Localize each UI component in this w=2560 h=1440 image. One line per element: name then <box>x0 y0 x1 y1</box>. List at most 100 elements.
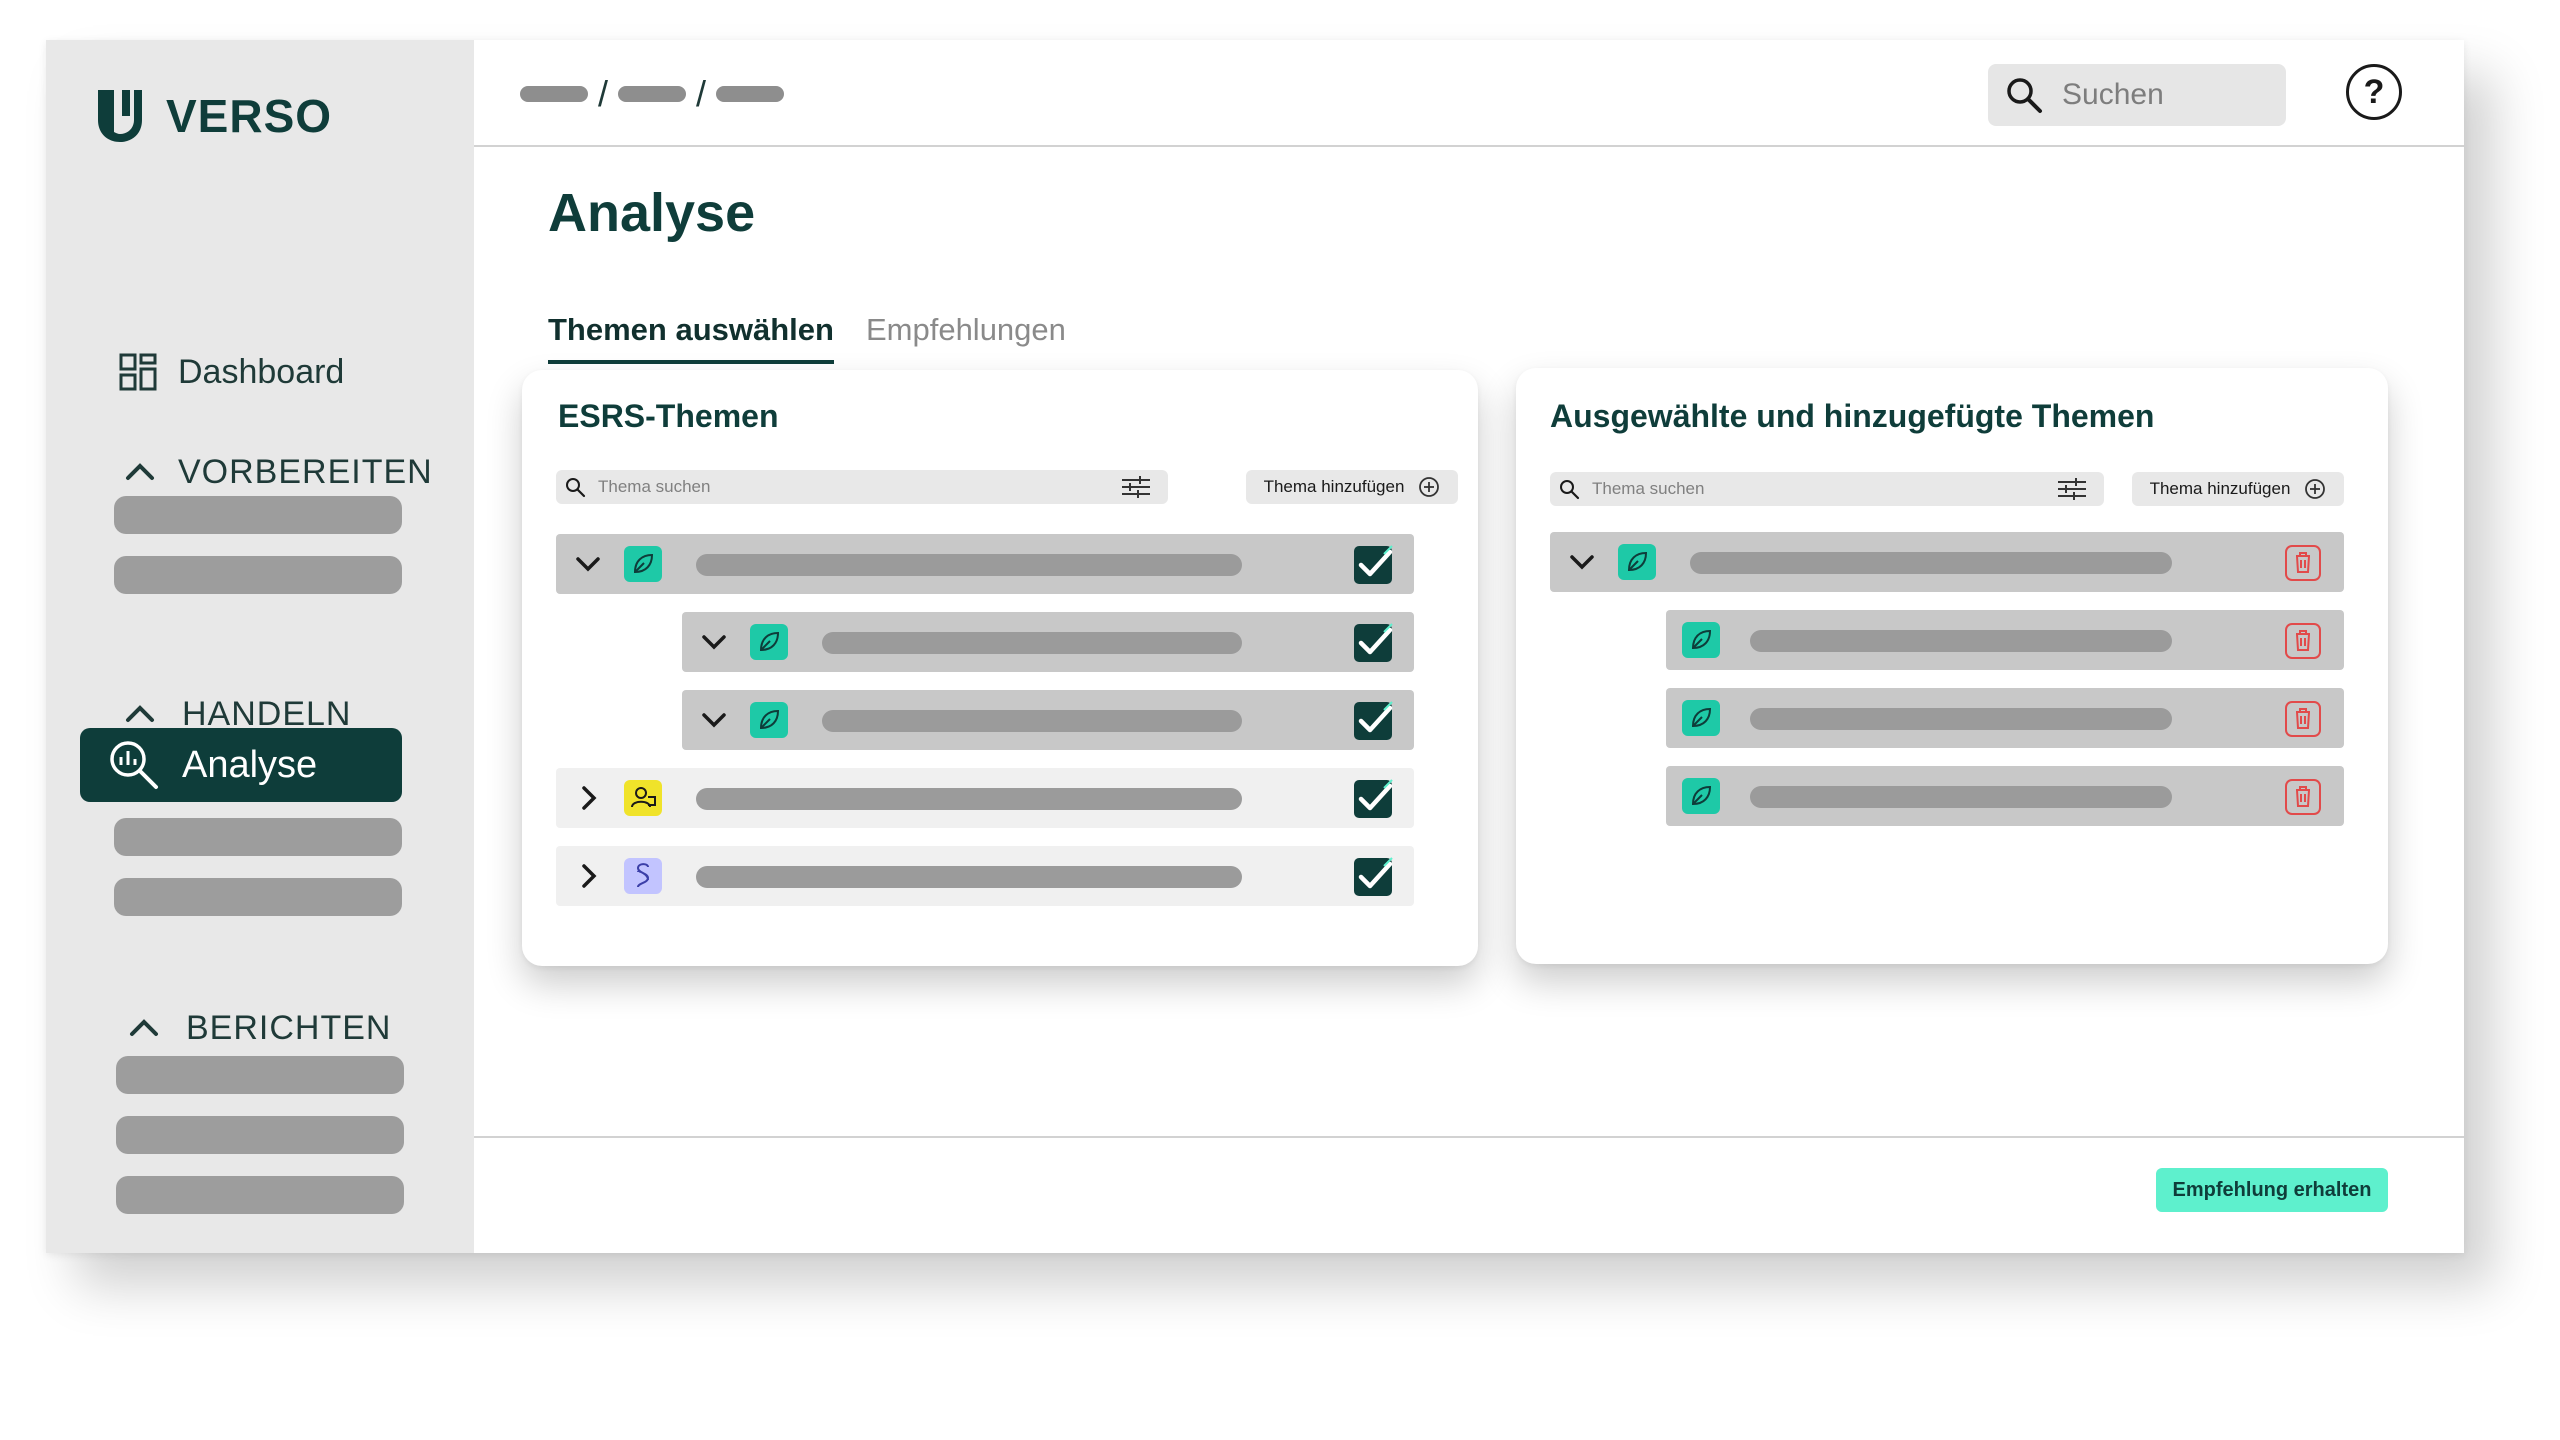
chevron-down-icon[interactable] <box>1564 544 1600 580</box>
sidebar-item-placeholder[interactable] <box>116 1056 404 1094</box>
global-search[interactable] <box>1988 64 2286 126</box>
panel-title: ESRS-Themen <box>558 398 779 434</box>
chevron-right-icon[interactable] <box>570 858 606 894</box>
selected-topic-row[interactable] <box>1666 688 2344 748</box>
breadcrumb-separator: / <box>696 73 707 114</box>
brand-logo[interactable]: VERSO <box>94 86 332 146</box>
leaf-icon <box>624 546 662 582</box>
checkbox-checked-icon[interactable] <box>1352 778 1394 820</box>
leaf-icon <box>750 624 788 660</box>
topic-row[interactable] <box>682 612 1414 672</box>
sidebar-item-placeholder[interactable] <box>114 818 402 856</box>
sidebar-section-label: BERICHTEN <box>186 1008 392 1047</box>
add-circle-icon <box>1418 476 1440 498</box>
sidebar-item-placeholder[interactable] <box>116 1116 404 1154</box>
trash-icon[interactable] <box>2284 622 2322 660</box>
chevron-up-icon <box>122 1006 166 1050</box>
sidebar-item-analyse[interactable]: Analyse <box>80 728 402 802</box>
selected-topic-row[interactable] <box>1550 532 2344 592</box>
sidebar-item-label: Dashboard <box>178 352 345 391</box>
breadcrumb: / / <box>520 73 785 114</box>
search-input[interactable] <box>2060 77 2264 113</box>
checkbox-checked-icon[interactable] <box>1352 700 1394 742</box>
topic-search-input[interactable] <box>1590 478 2056 500</box>
sidebar-section-berichten[interactable]: BERICHTEN <box>122 1006 391 1050</box>
topic-name-placeholder <box>1750 708 2172 730</box>
checkbox-checked-icon[interactable] <box>1352 622 1394 664</box>
add-topic-button[interactable]: Thema hinzufügen <box>2132 472 2344 506</box>
get-recommendation-button[interactable]: Empfehlung erhalten <box>2156 1168 2388 1212</box>
leaf-icon <box>1682 778 1720 814</box>
analysis-search-icon <box>106 737 162 793</box>
topic-name-placeholder <box>696 554 1242 576</box>
chevron-down-icon[interactable] <box>696 624 732 660</box>
leaf-icon <box>750 702 788 738</box>
search-icon <box>564 476 586 498</box>
leaf-icon <box>1682 700 1720 736</box>
filter-icon[interactable] <box>2056 477 2088 501</box>
selected-topic-row[interactable] <box>1666 766 2344 826</box>
selected-topic-row[interactable] <box>1666 610 2344 670</box>
top-bar: / / ? <box>474 40 2464 147</box>
tab-empfehlungen[interactable]: Empfehlungen <box>866 312 1066 364</box>
sidebar: VERSO Dashboard VORBEREITEN HANDELN Anal… <box>46 40 474 1253</box>
leaf-icon <box>1618 544 1656 580</box>
tab-themen-auswaehlen[interactable]: Themen auswählen <box>548 312 834 364</box>
topic-search-input[interactable] <box>596 476 1120 498</box>
chevron-down-icon[interactable] <box>570 546 606 582</box>
paragraph-icon <box>624 858 662 894</box>
footer-divider <box>474 1136 2464 1138</box>
dashboard-grid-icon <box>118 352 158 392</box>
search-icon <box>1558 478 1580 500</box>
topic-name-placeholder <box>1690 552 2172 574</box>
sidebar-item-placeholder[interactable] <box>114 496 402 534</box>
panel-title: Ausgewählte und hinzugefügte Themen <box>1550 398 2155 434</box>
topic-name-placeholder <box>1750 630 2172 652</box>
topic-search[interactable] <box>1550 472 2104 506</box>
topic-name-placeholder <box>1750 786 2172 808</box>
topic-row[interactable] <box>556 534 1414 594</box>
add-topic-button[interactable]: Thema hinzufügen <box>1246 470 1458 504</box>
add-topic-label: Thema hinzufügen <box>2149 479 2291 498</box>
page-title: Analyse <box>548 183 756 243</box>
topic-row[interactable] <box>556 846 1414 906</box>
help-button[interactable]: ? <box>2346 64 2402 120</box>
breadcrumb-item[interactable] <box>618 86 687 102</box>
add-topic-label: Thema hinzufügen <box>1263 477 1405 496</box>
trash-icon[interactable] <box>2284 544 2322 582</box>
topic-name-placeholder <box>696 788 1242 810</box>
brand-name: VERSO <box>166 90 333 142</box>
sidebar-item-placeholder[interactable] <box>114 556 402 594</box>
tab-bar: Themen auswählen Empfehlungen <box>548 312 1098 364</box>
sidebar-item-label: Analyse <box>182 743 318 786</box>
sidebar-item-placeholder[interactable] <box>114 878 402 916</box>
topic-row[interactable] <box>682 690 1414 750</box>
breadcrumb-item[interactable] <box>716 86 785 102</box>
leaf-icon <box>1682 622 1720 658</box>
sidebar-item-dashboard[interactable]: Dashboard <box>118 352 344 392</box>
selected-topics-panel: Ausgewählte und hinzugefügte Themen Them… <box>1516 368 2388 964</box>
app-window: VERSO Dashboard VORBEREITEN HANDELN Anal… <box>46 40 2464 1253</box>
chevron-down-icon[interactable] <box>696 702 732 738</box>
breadcrumb-separator: / <box>598 73 609 114</box>
topic-row[interactable] <box>556 768 1414 828</box>
topic-name-placeholder <box>696 866 1242 888</box>
trash-icon[interactable] <box>2284 700 2322 738</box>
sidebar-section-label: VORBEREITEN <box>178 452 433 491</box>
topic-search[interactable] <box>556 470 1168 504</box>
people-icon <box>624 780 662 816</box>
filter-icon[interactable] <box>1120 475 1152 499</box>
topic-name-placeholder <box>822 710 1242 732</box>
topic-name-placeholder <box>822 632 1242 654</box>
esrs-topics-panel: ESRS-Themen Thema hinzufügen <box>522 370 1478 966</box>
trash-icon[interactable] <box>2284 778 2322 816</box>
chevron-right-icon[interactable] <box>570 780 606 816</box>
sidebar-item-placeholder[interactable] <box>116 1176 404 1214</box>
search-icon <box>2002 73 2046 117</box>
checkbox-checked-icon[interactable] <box>1352 544 1394 586</box>
sidebar-section-vorbereiten[interactable]: VORBEREITEN <box>118 450 433 494</box>
verso-logo-icon <box>98 90 142 142</box>
breadcrumb-item[interactable] <box>520 86 588 102</box>
add-circle-icon <box>2304 478 2326 500</box>
checkbox-checked-icon[interactable] <box>1352 856 1394 898</box>
